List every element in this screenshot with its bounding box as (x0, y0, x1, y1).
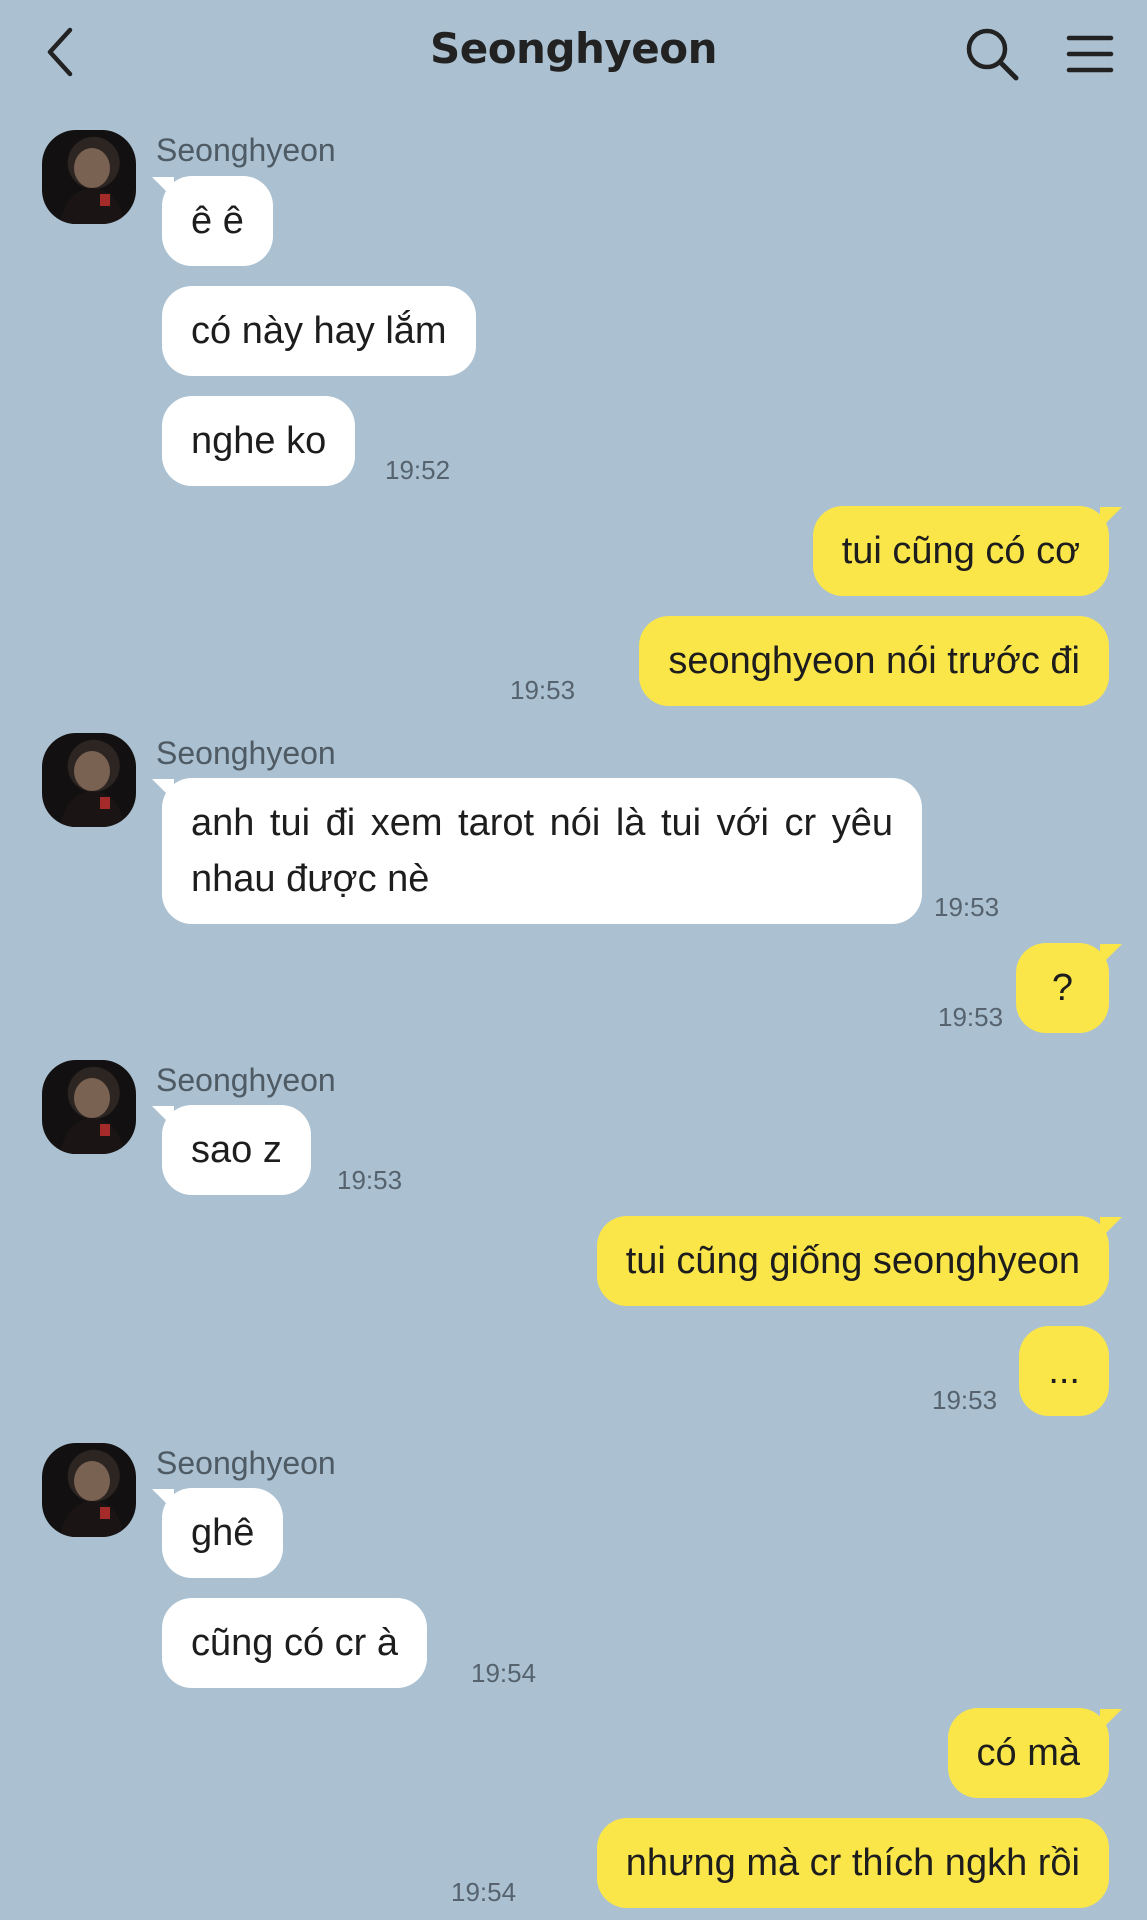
message-bubble-outgoing[interactable]: nhưng mà cr thích ngkh rồi (596, 1818, 1109, 1908)
menu-button[interactable] (1060, 24, 1120, 84)
message-bubble-incoming[interactable]: ê ê (162, 176, 273, 266)
sender-name: Seonghyeon (156, 132, 336, 168)
search-button[interactable] (962, 24, 1022, 84)
message-time: 19:53 (932, 1385, 998, 1415)
message-bubble-incoming[interactable]: ghê (162, 1488, 284, 1578)
sender-name: Seonghyeon (156, 1445, 336, 1481)
message-time: 19:53 (938, 1002, 1004, 1032)
message-bubble-outgoing[interactable]: tui cũng giống seonghyeon (596, 1216, 1109, 1306)
message-bubble-outgoing[interactable]: ... (1019, 1326, 1109, 1416)
avatar[interactable] (42, 130, 136, 224)
message-time: 19:54 (471, 1658, 537, 1688)
avatar[interactable] (42, 1060, 136, 1154)
message-time: 19:53 (337, 1165, 403, 1195)
message-bubble-outgoing[interactable]: ? (1015, 943, 1109, 1033)
message-time: 19:52 (385, 455, 451, 485)
sender-name: Seonghyeon (156, 1062, 336, 1098)
hamburger-menu-icon (1066, 35, 1114, 73)
bubble-tail (1100, 1217, 1122, 1239)
message-bubble-incoming[interactable]: sao z (162, 1105, 311, 1195)
message-time: 19:53 (934, 892, 1000, 922)
bubble-tail (1100, 1709, 1122, 1731)
message-bubble-incoming[interactable]: nghe ko (162, 396, 356, 486)
avatar[interactable] (42, 1443, 136, 1537)
message-time: 19:53 (510, 675, 576, 705)
message-bubble-incoming[interactable]: anh tui đi xem tarot nói là tui với cr y… (162, 778, 922, 924)
avatar[interactable] (42, 733, 136, 827)
message-time: 19:54 (451, 1877, 517, 1907)
message-bubble-outgoing[interactable]: có mà (947, 1708, 1109, 1798)
chat-header: Seonghyeon (0, 0, 1147, 110)
message-bubble-incoming[interactable]: có này hay lắm (162, 286, 476, 376)
message-bubble-incoming[interactable]: cũng có cr à (162, 1598, 427, 1688)
message-bubble-outgoing[interactable]: tui cũng có cơ (812, 506, 1109, 596)
search-icon (966, 28, 1019, 81)
sender-name: Seonghyeon (156, 735, 336, 771)
message-bubble-outgoing[interactable]: seonghyeon nói trước đi (639, 616, 1109, 706)
